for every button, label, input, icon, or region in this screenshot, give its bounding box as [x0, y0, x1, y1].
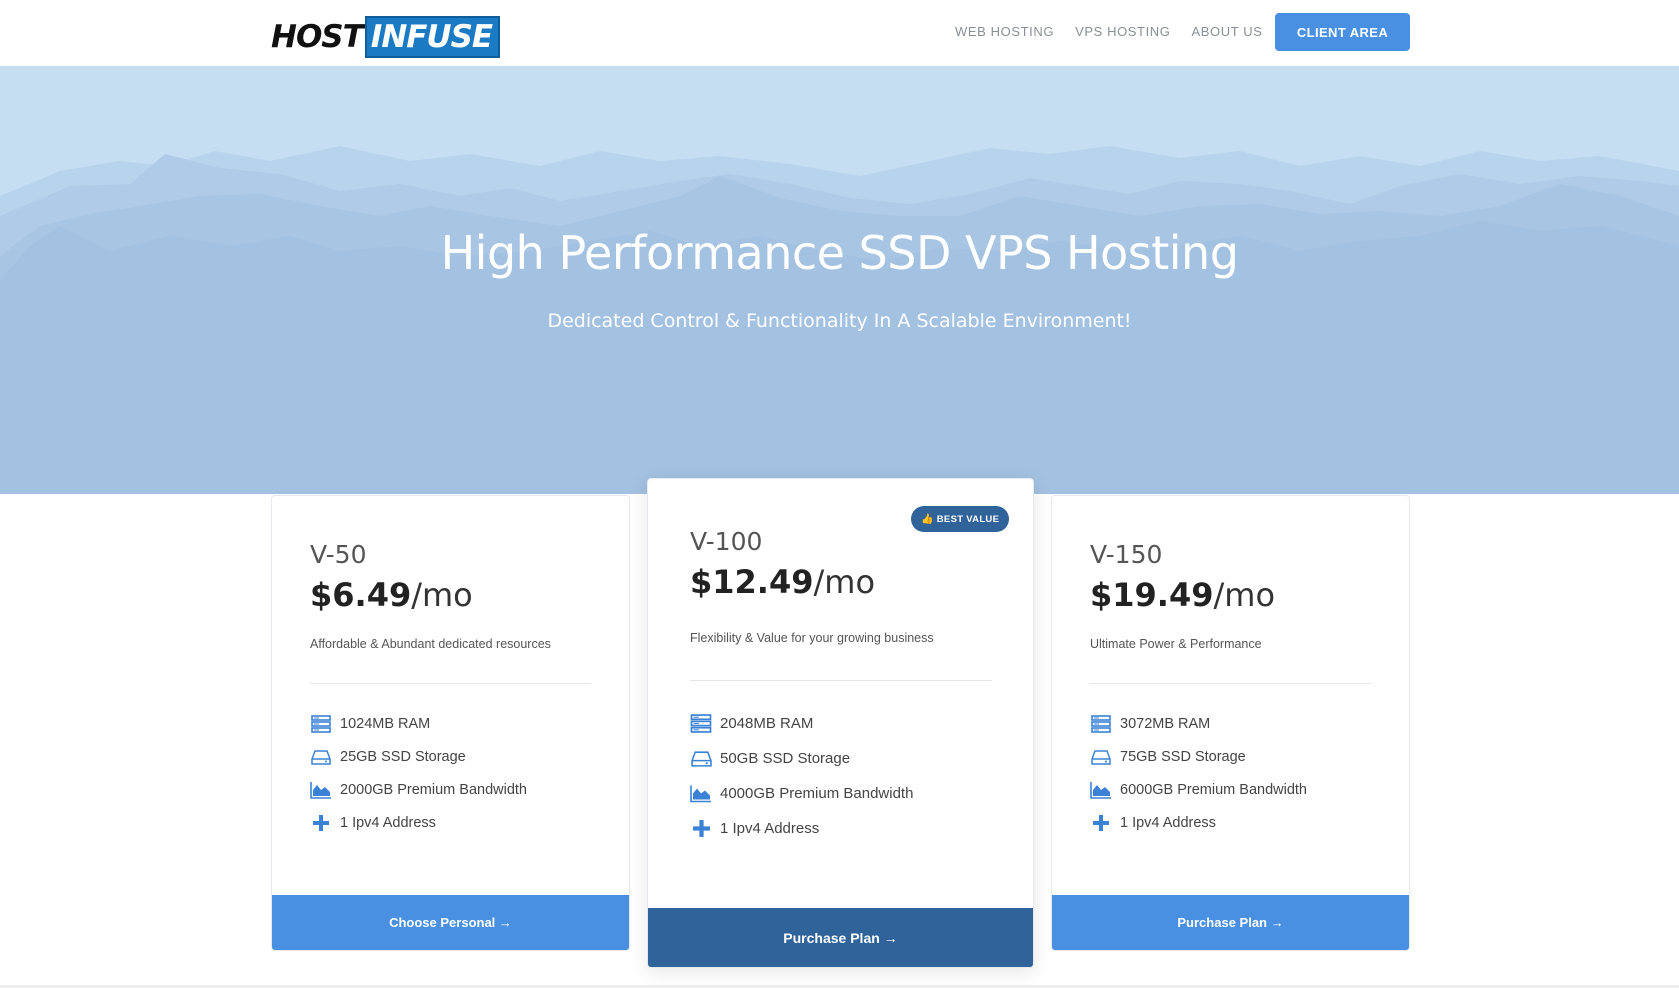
badge-text: BEST VALUE	[936, 513, 1000, 525]
server-icon	[310, 714, 332, 734]
choose-personal-button[interactable]: Choose Personal →	[272, 895, 629, 950]
hdd-icon	[1090, 747, 1112, 767]
feature-item: 75GB SSD Storage	[1090, 740, 1307, 773]
feature-item: 6000GB Premium Bandwidth	[1090, 773, 1307, 806]
purchase-plan-button[interactable]: Purchase Plan →	[1052, 895, 1409, 950]
feature-text: 1 Ipv4 Address	[1120, 814, 1216, 831]
feature-item: 1 Ipv4 Address	[1090, 806, 1307, 839]
feature-text: 2000GB Premium Bandwidth	[340, 781, 527, 798]
top-navbar: HOST INFUSE WEB HOSTING VPS HOSTING ABOUT…	[0, 0, 1679, 66]
feature-list: 2048MB RAM 50GB SSD Storage 4000GB Premi…	[690, 706, 913, 846]
hero-title: High Performance SSD VPS Hosting	[440, 226, 1239, 280]
price-amount: $12.49	[690, 563, 814, 601]
feature-item: 50GB SSD Storage	[690, 741, 913, 776]
area-chart-icon	[310, 780, 332, 800]
nav-link-about-us[interactable]: ABOUT US	[1192, 23, 1263, 41]
area-chart-icon	[1090, 780, 1112, 800]
plan-description: Affordable & Abundant dedicated resource…	[310, 637, 551, 651]
feature-text: 50GB SSD Storage	[720, 750, 851, 767]
plan-price: $19.49/mo	[1090, 576, 1275, 614]
server-icon	[690, 714, 712, 734]
plus-icon	[1090, 813, 1112, 833]
hdd-icon	[310, 747, 332, 767]
feature-text: 75GB SSD Storage	[1120, 748, 1246, 765]
price-unit: /mo	[1213, 576, 1276, 614]
best-value-badge: 👍 BEST VALUE	[911, 506, 1010, 532]
plan-description: Ultimate Power & Performance	[1090, 637, 1262, 651]
logo-infuse-text: INFUSE	[364, 15, 501, 58]
plus-icon	[690, 819, 712, 839]
nav-link-vps-hosting[interactable]: VPS HOSTING	[1075, 23, 1170, 41]
feature-item: 3072MB RAM	[1090, 707, 1307, 740]
price-unit: /mo	[411, 576, 473, 614]
feature-text: 25GB SSD Storage	[340, 748, 466, 765]
feature-list: 1024MB RAM 25GB SSD Storage 2000GB Premi…	[310, 707, 527, 839]
feature-item: 1 Ipv4 Address	[690, 811, 913, 846]
plan-card-v50: V-50 $6.49/mo Affordable & Abundant dedi…	[271, 495, 630, 951]
feature-text: 1024MB RAM	[340, 715, 431, 732]
price-amount: $6.49	[310, 576, 412, 614]
feature-text: 1 Ipv4 Address	[720, 820, 820, 837]
plan-name: V-150	[1090, 540, 1163, 569]
feature-item: 2000GB Premium Bandwidth	[310, 773, 527, 806]
feature-item: 1 Ipv4 Address	[310, 806, 527, 839]
feature-item: 1024MB RAM	[310, 707, 527, 740]
client-area-button[interactable]: CLIENT AREA	[1275, 13, 1410, 51]
plan-price: $12.49/mo	[690, 563, 875, 601]
plan-description: Flexibility & Value for your growing bus…	[690, 631, 934, 645]
hostinfuse-logo[interactable]: HOST INFUSE	[271, 15, 501, 58]
feature-list: 3072MB RAM 75GB SSD Storage 6000GB Premi…	[1090, 707, 1307, 839]
hero-banner: High Performance SSD VPS Hosting Dedicat…	[0, 66, 1679, 494]
nav-link-web-hosting[interactable]: WEB HOSTING	[955, 23, 1054, 41]
mountain-background	[0, 146, 1679, 494]
feature-item: 4000GB Premium Bandwidth	[690, 776, 913, 811]
logo-host-text: HOST	[271, 18, 364, 55]
feature-item: 25GB SSD Storage	[310, 740, 527, 773]
plan-name: V-100	[690, 527, 763, 556]
divider	[310, 683, 591, 684]
purchase-plan-button[interactable]: Purchase Plan →	[648, 908, 1033, 967]
divider	[690, 680, 992, 681]
hero-subtitle: Dedicated Control & Functionality In A S…	[547, 310, 1132, 332]
price-amount: $19.49	[1090, 576, 1214, 614]
feature-text: 2048MB RAM	[720, 715, 814, 732]
server-icon	[1090, 714, 1112, 734]
price-unit: /mo	[813, 563, 876, 601]
nav-links: WEB HOSTING VPS HOSTING ABOUT US	[955, 23, 1284, 41]
thumbs-up-icon: 👍	[921, 513, 934, 525]
feature-text: 1 Ipv4 Address	[340, 814, 436, 831]
plan-name: V-50	[310, 540, 367, 569]
hdd-icon	[690, 749, 712, 769]
feature-text: 6000GB Premium Bandwidth	[1120, 781, 1307, 798]
plan-card-v100: 👍 BEST VALUE V-100 $12.49/mo Flexibility …	[647, 478, 1034, 968]
plan-card-v150: V-150 $19.49/mo Ultimate Power & Perform…	[1051, 495, 1410, 951]
area-chart-icon	[690, 784, 712, 804]
divider	[1090, 683, 1371, 684]
feature-item: 2048MB RAM	[690, 706, 913, 741]
plan-price: $6.49/mo	[310, 576, 473, 614]
feature-text: 4000GB Premium Bandwidth	[720, 785, 914, 802]
feature-text: 3072MB RAM	[1120, 715, 1211, 732]
plus-icon	[310, 813, 332, 833]
